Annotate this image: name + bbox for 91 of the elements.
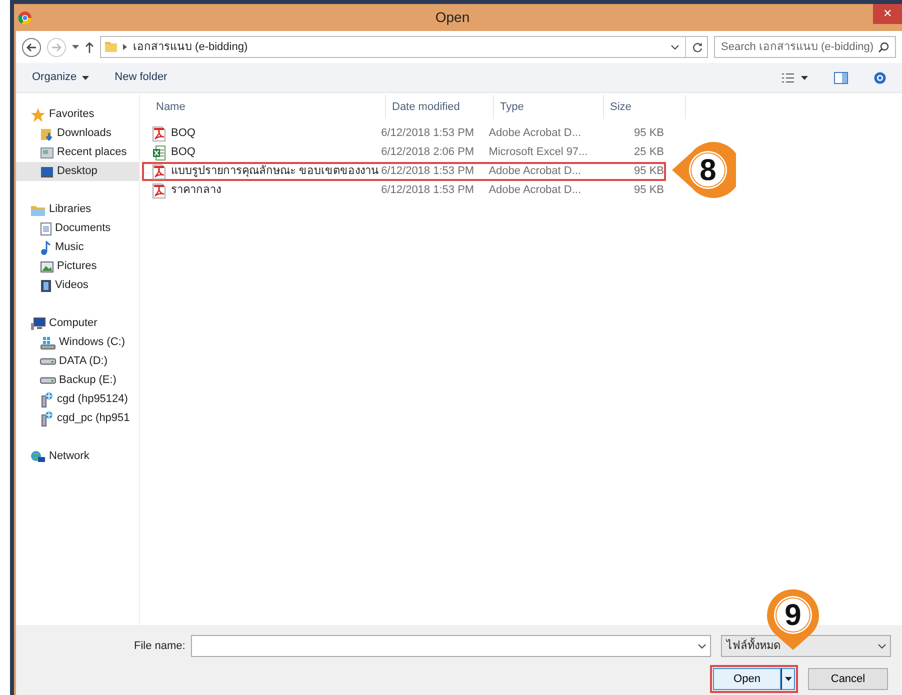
sidebar-item[interactable]: Backup (E:) bbox=[16, 371, 139, 390]
sidebar-item[interactable]: Favorites bbox=[16, 105, 139, 124]
sidebar-item[interactable]: Libraries bbox=[16, 200, 139, 219]
file-name-field[interactable] bbox=[191, 635, 712, 657]
sidebar-item[interactable]: Pictures bbox=[16, 257, 139, 276]
sidebar-item[interactable]: Documents bbox=[16, 219, 139, 238]
table-cell-text: Adobe Acrobat D... bbox=[488, 164, 582, 180]
table-cell-text: Microsoft Excel 97... bbox=[488, 145, 589, 160]
star-icon bbox=[30, 106, 46, 122]
table-cell-text: 6/12/2018 1:53 PM bbox=[381, 126, 476, 142]
drive-icon bbox=[40, 358, 56, 365]
search-field[interactable]: Search เอกสารแนบ (e-bidding) bbox=[714, 36, 896, 58]
up-arrow-icon[interactable] bbox=[85, 42, 94, 52]
new-folder-button[interactable]: New folder bbox=[114, 69, 168, 86]
table-cell-text: 6/12/2018 2:06 PM bbox=[381, 145, 476, 160]
table-cell-text: 95 KB bbox=[633, 183, 664, 198]
refresh-icon[interactable] bbox=[692, 42, 703, 52]
search-icon[interactable] bbox=[878, 42, 889, 52]
caret-icon bbox=[784, 677, 792, 681]
picture-icon bbox=[40, 260, 54, 272]
table-cell-text: 95 KB bbox=[633, 126, 664, 142]
sidebar-item[interactable]: Downloads bbox=[16, 124, 139, 143]
drive-icon bbox=[40, 377, 56, 384]
caret-icon bbox=[82, 76, 89, 80]
file-row[interactable]: BOQ 6/12/2018 2:06 PM Microsoft Excel 97... 25 KB bbox=[142, 143, 666, 162]
monitor-icon bbox=[40, 164, 54, 178]
file-name: แบบรูปรายการคุณลักษณะ ขอบเขตของงาน bbox=[171, 164, 380, 180]
folder-icon bbox=[105, 42, 117, 52]
network-drive-icon bbox=[40, 410, 54, 426]
drive-icon bbox=[40, 336, 56, 350]
preview-pane-icon[interactable] bbox=[834, 72, 848, 84]
sidebar-item[interactable]: Network bbox=[16, 447, 139, 466]
table-cell-text: 6/12/2018 1:53 PM bbox=[381, 164, 476, 180]
sidebar-item[interactable]: Desktop bbox=[16, 162, 139, 181]
field-label: File name: bbox=[134, 638, 186, 654]
file-name: BOQ bbox=[171, 145, 196, 160]
window-title: Open bbox=[434, 8, 471, 27]
column-header[interactable]: Type bbox=[494, 95, 604, 119]
table-cell-text: Adobe Acrobat D... bbox=[488, 126, 582, 142]
document-icon bbox=[40, 222, 52, 236]
column-header[interactable]: Date modified bbox=[386, 95, 494, 119]
open-dropdown-button[interactable] bbox=[781, 668, 795, 690]
dropdown-icon[interactable] bbox=[72, 45, 79, 49]
file-row[interactable]: แบบรูปรายการคุณลักษณะ ขอบเขตของงาน 6/12/2018 1:53 PM Adobe Acrobat D... 95 KB bbox=[142, 162, 666, 181]
arrow-left-icon bbox=[26, 42, 37, 52]
excel-file-icon bbox=[152, 144, 166, 160]
file-row[interactable]: ราคากลาง 6/12/2018 1:53 PM Adobe Acrobat D... 95 KB bbox=[142, 181, 666, 200]
file-type-dropdown[interactable]: ไฟล์ทั้งหมด bbox=[721, 635, 892, 657]
file-row[interactable]: BOQ 6/12/2018 1:53 PM Adobe Acrobat D... 95 KB bbox=[142, 124, 666, 143]
table-cell-text: 95 KB bbox=[633, 164, 664, 180]
view-options-icon[interactable] bbox=[782, 72, 808, 82]
back-button[interactable] bbox=[22, 38, 41, 56]
sidebar-item[interactable]: Computer bbox=[16, 314, 139, 333]
sidebar-item[interactable]: DATA (D:) bbox=[16, 352, 139, 371]
file-name: BOQ bbox=[171, 126, 196, 142]
download-folder-icon bbox=[40, 126, 54, 140]
computer-icon bbox=[30, 316, 46, 330]
close-button[interactable]: ✕ bbox=[873, 4, 902, 24]
sidebar-item[interactable]: cgd (hp95124) bbox=[16, 390, 139, 409]
column-header[interactable]: Size bbox=[604, 95, 686, 119]
chevron-down-icon[interactable] bbox=[698, 644, 706, 648]
network-icon bbox=[30, 450, 46, 464]
address-bar[interactable]: เอกสารแนบ (e-bidding) bbox=[100, 36, 708, 58]
pdf-file-icon bbox=[152, 182, 166, 198]
sidebar-item[interactable]: Windows (C:) bbox=[16, 333, 139, 352]
sidebar-item[interactable]: cgd_pc (hp951 bbox=[16, 409, 139, 428]
browser-logo-icon bbox=[18, 10, 32, 24]
table-cell-text: 25 KB bbox=[633, 145, 664, 160]
chevron-down-icon[interactable] bbox=[671, 44, 679, 50]
pdf-file-icon bbox=[152, 164, 166, 180]
chevron-down-icon[interactable] bbox=[878, 644, 886, 648]
file-name: ราคากลาง bbox=[171, 183, 221, 198]
sidebar-item[interactable]: Videos bbox=[16, 276, 139, 295]
recent-places-icon bbox=[40, 146, 54, 160]
film-icon bbox=[40, 278, 52, 292]
open-button[interactable]: Open bbox=[713, 668, 781, 690]
table-cell-text: Adobe Acrobat D... bbox=[488, 183, 582, 198]
file-type-text: ไฟล์ทั้งหมด bbox=[726, 638, 780, 654]
chevron-right-icon[interactable] bbox=[123, 44, 127, 50]
pdf-file-icon bbox=[152, 126, 166, 142]
music-note-icon bbox=[40, 240, 52, 254]
cancel-button[interactable]: Cancel bbox=[808, 668, 888, 690]
network-drive-icon bbox=[40, 392, 54, 408]
sidebar-item[interactable]: Recent places bbox=[16, 143, 139, 162]
folder-path: เอกสารแนบ (e-bidding) bbox=[133, 40, 249, 55]
table-cell-text: 6/12/2018 1:53 PM bbox=[381, 183, 476, 198]
arrow-right-icon bbox=[51, 42, 62, 52]
column-header[interactable]: Name bbox=[140, 95, 386, 119]
sidebar-item[interactable]: Music bbox=[16, 238, 139, 257]
help-icon[interactable] bbox=[874, 72, 886, 84]
organize-button[interactable]: Organize bbox=[32, 69, 89, 86]
